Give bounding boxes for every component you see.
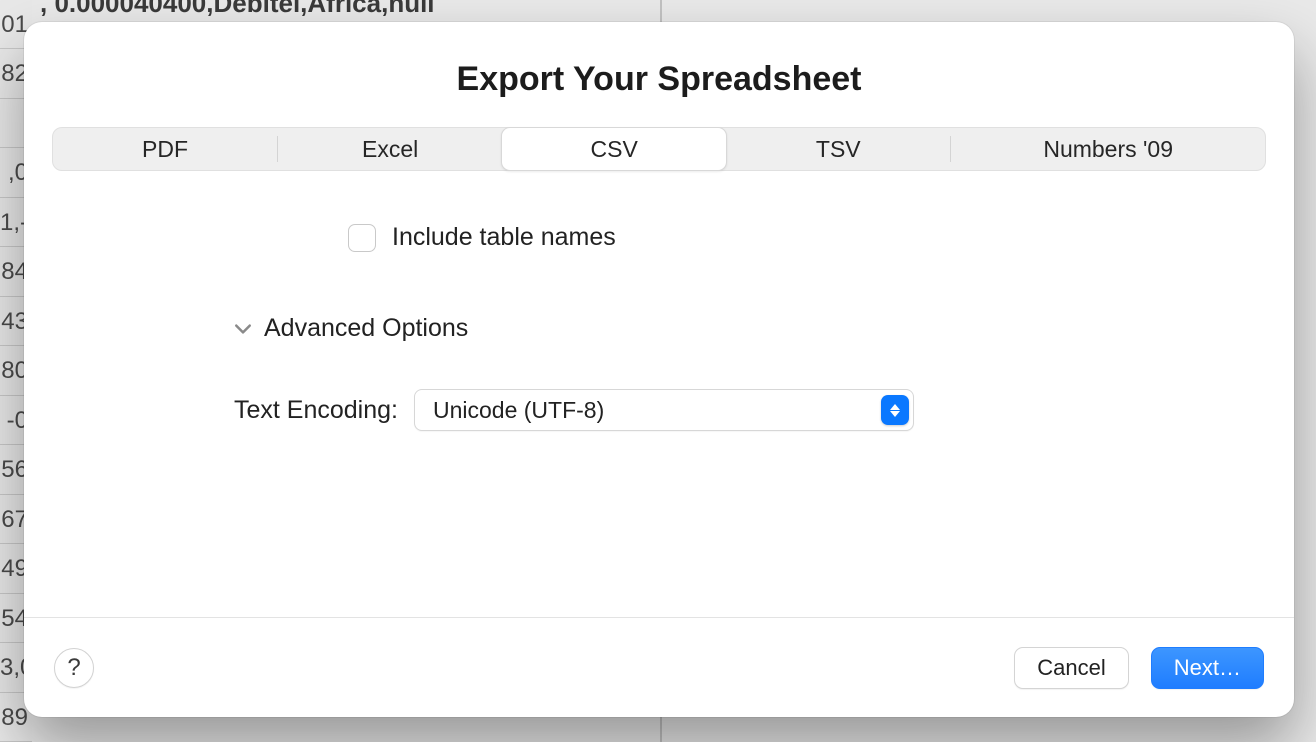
tab-csv[interactable]: CSV bbox=[501, 127, 727, 171]
format-tab-bar: PDF Excel CSV TSV Numbers '09 bbox=[52, 127, 1266, 171]
tab-tsv[interactable]: TSV bbox=[726, 128, 950, 170]
next-button[interactable]: Next… bbox=[1151, 647, 1264, 689]
tab-label: TSV bbox=[816, 136, 861, 163]
tab-label: PDF bbox=[142, 136, 188, 163]
tab-pdf[interactable]: PDF bbox=[53, 128, 277, 170]
chevron-down-icon bbox=[234, 320, 252, 338]
text-encoding-label: Text Encoding: bbox=[234, 396, 398, 425]
tab-label: Numbers '09 bbox=[1043, 136, 1173, 163]
tab-label: CSV bbox=[591, 136, 638, 163]
updown-stepper-icon bbox=[881, 395, 909, 425]
dialog-title: Export Your Spreadsheet bbox=[24, 22, 1294, 127]
include-table-names-checkbox[interactable] bbox=[348, 224, 376, 252]
next-button-label: Next… bbox=[1174, 655, 1241, 681]
advanced-options-disclosure[interactable]: Advanced Options bbox=[234, 314, 1266, 343]
text-encoding-value: Unicode (UTF-8) bbox=[433, 397, 604, 424]
include-table-names-label: Include table names bbox=[392, 223, 616, 252]
bg-cell-text: , 0.000040400,Debitel,Africa,null bbox=[32, 0, 1316, 16]
tab-label: Excel bbox=[362, 136, 418, 163]
text-encoding-popup[interactable]: Unicode (UTF-8) bbox=[414, 389, 914, 431]
advanced-options-label: Advanced Options bbox=[264, 314, 468, 343]
cancel-button[interactable]: Cancel bbox=[1014, 647, 1128, 689]
dialog-footer: ? Cancel Next… bbox=[24, 617, 1294, 717]
export-dialog: Export Your Spreadsheet PDF Excel CSV TS… bbox=[24, 22, 1294, 717]
help-button[interactable]: ? bbox=[54, 648, 94, 688]
tab-numbers09[interactable]: Numbers '09 bbox=[951, 128, 1265, 170]
cancel-button-label: Cancel bbox=[1037, 655, 1105, 681]
dialog-content: Include table names Advanced Options Tex… bbox=[24, 171, 1294, 617]
question-mark-icon: ? bbox=[67, 654, 80, 682]
text-encoding-row: Text Encoding: Unicode (UTF-8) bbox=[234, 389, 1266, 431]
tab-excel[interactable]: Excel bbox=[278, 128, 502, 170]
include-table-names-row: Include table names bbox=[348, 223, 1266, 252]
